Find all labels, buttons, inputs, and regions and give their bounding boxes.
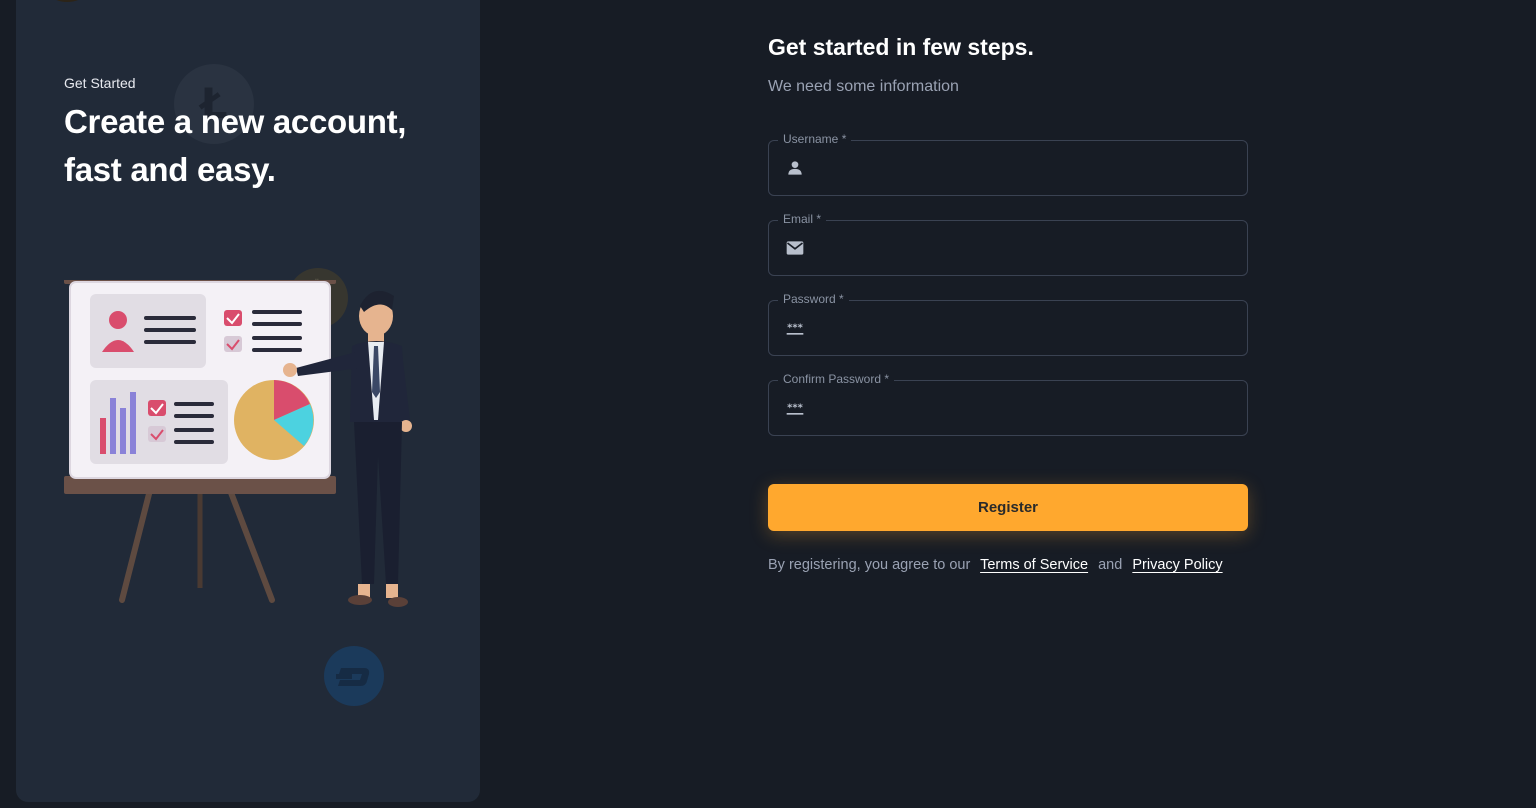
form-subtitle: We need some information (768, 78, 959, 95)
terms-prefix: By registering, you agree to our (768, 557, 971, 573)
register-button[interactable]: Register (768, 484, 1248, 531)
hero-title: Create a new account, fast and easy. (64, 103, 407, 188)
username-input[interactable] (817, 149, 1241, 189)
mail-icon (784, 238, 806, 258)
password-input[interactable] (817, 309, 1241, 349)
dash-icon (324, 646, 384, 706)
email-input[interactable] (817, 229, 1241, 269)
form-title: Get started in few steps. (768, 34, 1034, 60)
password-icon: *** (784, 318, 806, 338)
terms-and: and (1098, 557, 1123, 573)
email-label: Email * (778, 212, 827, 226)
hero-panel: Ł ₿ Get Started Create a new account, fa… (16, 0, 480, 802)
svg-text:***: *** (787, 403, 803, 414)
coin-icon (40, 0, 102, 2)
confirm-password-field[interactable]: Confirm Password * *** (768, 372, 1248, 436)
password-icon: *** (784, 398, 806, 418)
confirm-password-input[interactable] (817, 389, 1241, 429)
hero-eyebrow: Get Started (64, 75, 136, 91)
terms-of-service-link[interactable]: Terms of Service (980, 557, 1088, 573)
svg-text:***: *** (787, 323, 803, 334)
password-label: Password * (778, 292, 849, 306)
privacy-policy-link[interactable]: Privacy Policy (1132, 557, 1222, 573)
confirm-password-label: Confirm Password * (778, 372, 895, 386)
terms-notice: By registering, you agree to our Terms o… (768, 557, 1223, 573)
username-field[interactable]: Username * (768, 132, 1248, 196)
email-field[interactable]: Email * (768, 212, 1248, 276)
user-icon (784, 158, 806, 178)
presentation-illustration (64, 280, 412, 607)
password-field[interactable]: Password * *** (768, 292, 1248, 356)
username-label: Username * (778, 132, 852, 146)
